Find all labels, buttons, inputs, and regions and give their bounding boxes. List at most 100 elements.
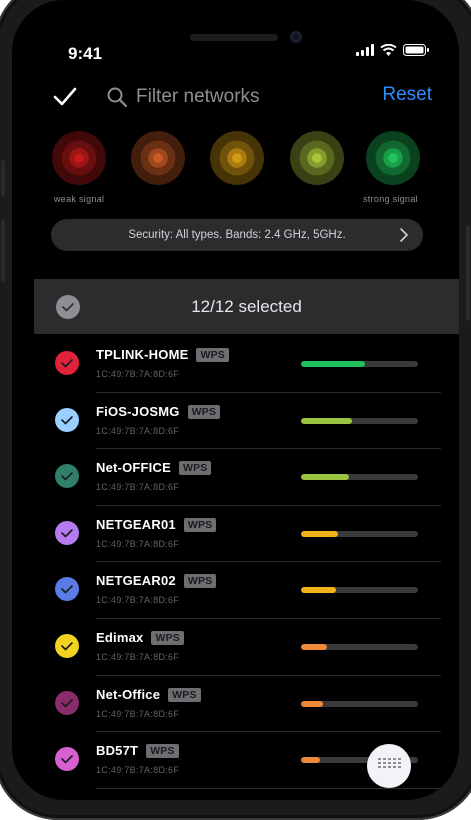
top-bar: Filter networks Reset <box>12 78 459 118</box>
wps-badge: WPS <box>187 404 221 419</box>
side-button <box>1 160 5 196</box>
keyboard-icon <box>378 758 401 768</box>
checkmark-icon <box>61 642 73 651</box>
signal-strength-fill <box>301 530 339 537</box>
signal-strength-bar <box>301 587 418 594</box>
screen: 9:41 Filter networks Reset weak signal s… <box>12 0 459 800</box>
network-checkbox[interactable] <box>55 407 79 432</box>
battery-icon <box>403 44 429 56</box>
select-all-bar[interactable]: 12/12 selected <box>34 279 459 334</box>
signal-strength-fill <box>301 587 337 594</box>
network-name-line: Edimax WPS <box>96 630 184 645</box>
checkmark-icon <box>61 528 73 538</box>
signal-strength-fill <box>301 757 320 764</box>
network-name-line: NETGEAR02 WPS <box>96 573 217 589</box>
network-mac: 1C:49:7B:7A:8D:6F <box>96 595 180 606</box>
reset-button[interactable]: Reset <box>382 84 432 106</box>
front-camera <box>290 31 302 43</box>
network-row[interactable]: NETGEAR02 WPS 1C:49:7B:7A:8D:6F <box>34 562 459 619</box>
network-name: Edimax <box>96 629 144 645</box>
signal-strength-bar <box>301 530 418 537</box>
strong-signal-label: strong signal <box>363 194 418 204</box>
signal-level-3-icon[interactable] <box>210 131 264 185</box>
wps-badge: WPS <box>183 574 217 589</box>
search-field[interactable]: Filter networks <box>106 82 260 112</box>
network-checkbox[interactable] <box>55 464 79 489</box>
network-list: TPLINK-HOME WPS 1C:49:7B:7A:8D:6F FiOS-JOSM… <box>34 336 459 789</box>
network-mac: 1C:49:7B:7A:8D:6F <box>96 425 180 436</box>
status-icons <box>356 44 429 56</box>
network-row[interactable]: NETGEAR01 WPS 1C:49:7B:7A:8D:6F <box>34 506 459 563</box>
signal-level-2-icon[interactable] <box>131 131 185 185</box>
checkmark-icon <box>61 359 73 368</box>
wifi-icon <box>380 44 397 56</box>
done-button[interactable] <box>50 82 80 112</box>
network-name: BD57T <box>96 743 139 759</box>
signal-strength-bar <box>301 361 418 367</box>
network-name: NETGEAR01 <box>96 516 176 532</box>
signal-level-4-icon[interactable] <box>290 131 344 185</box>
wps-badge: WPS <box>168 687 201 702</box>
search-icon <box>107 87 128 108</box>
network-row[interactable]: TPLINK-HOME WPS 1C:49:7B:7A:8D:6F <box>34 336 459 393</box>
network-name-line: NETGEAR01 WPS <box>96 516 217 532</box>
network-row[interactable]: Edimax WPS 1C:49:7B:7A:8D:6F <box>34 619 459 676</box>
network-mac: 1C:49:7B:7A:8D:6F <box>96 369 180 379</box>
network-name: Net-Office <box>96 686 161 702</box>
signal-strength-fill <box>301 474 349 481</box>
weak-signal-label: weak signal <box>54 194 105 204</box>
network-name: NETGEAR02 <box>96 573 176 589</box>
checkmark-icon <box>62 303 74 312</box>
signal-level-1-icon[interactable] <box>52 131 106 185</box>
network-name-line: Net-OFFICE WPS <box>96 460 212 476</box>
network-mac: 1C:49:7B:7A:8D:6F <box>96 651 180 662</box>
signal-strength-fill <box>301 700 324 707</box>
checkmark-icon <box>61 472 73 481</box>
filter-summary-text: Security: All types. Bands: 2.4 GHz, 5GH… <box>128 229 346 241</box>
wps-badge: WPS <box>151 630 184 645</box>
network-checkbox[interactable] <box>55 747 79 772</box>
network-name-line: FiOS-JOSMG WPS <box>96 403 221 419</box>
checkmark-icon <box>61 415 73 424</box>
network-checkbox[interactable] <box>55 520 79 545</box>
network-checkbox[interactable] <box>55 351 79 375</box>
network-name-line: BD57T WPS <box>96 743 179 759</box>
network-name: FiOS-JOSMG <box>96 403 180 419</box>
select-all-checkbox[interactable] <box>56 295 80 319</box>
signal-strength-bar <box>301 417 418 424</box>
keyboard-button[interactable] <box>367 744 411 788</box>
signal-strength-fill <box>301 361 366 367</box>
network-row[interactable]: FiOS-JOSMG WPS 1C:49:7B:7A:8D:6F <box>34 393 459 450</box>
speaker <box>190 34 278 41</box>
network-checkbox[interactable] <box>55 690 79 715</box>
status-time: 9:41 <box>68 44 103 63</box>
checkmark-icon <box>61 585 73 594</box>
signal-strength-bar <box>301 643 418 650</box>
network-mac: 1C:49:7B:7A:8D:6F <box>96 482 180 493</box>
checkmark-icon <box>61 755 73 764</box>
signal-level-5-icon[interactable] <box>366 131 420 185</box>
cellular-signal-icon <box>356 44 374 56</box>
network-name-line: Net-Office WPS <box>96 687 201 702</box>
network-row[interactable]: Net-Office WPS 1C:49:7B:7A:8D:6F <box>34 676 459 733</box>
network-mac: 1C:49:7B:7A:8D:6F <box>96 538 180 549</box>
network-checkbox[interactable] <box>55 577 79 602</box>
wps-badge: WPS <box>146 744 179 759</box>
signal-strength-fill <box>301 417 353 424</box>
network-mac: 1C:49:7B:7A:8D:6F <box>96 708 180 719</box>
network-row[interactable]: Net-OFFICE WPS 1C:49:7B:7A:8D:6F <box>34 449 459 506</box>
side-button <box>466 225 470 321</box>
signal-strength-bar <box>301 474 418 481</box>
wps-badge: WPS <box>178 461 212 476</box>
network-mac: 1C:49:7B:7A:8D:6F <box>96 765 180 776</box>
network-checkbox[interactable] <box>55 633 79 658</box>
signal-strength-legend <box>52 131 422 186</box>
search-placeholder: Filter networks <box>136 86 260 107</box>
network-name: TPLINK-HOME <box>96 347 189 362</box>
notch <box>108 0 376 60</box>
signal-strength-bar <box>301 700 418 707</box>
filter-summary-button[interactable]: Security: All types. Bands: 2.4 GHz, 5GH… <box>51 219 423 251</box>
selection-count: 12/12 selected <box>191 296 302 316</box>
side-button <box>1 220 5 282</box>
wps-badge: WPS <box>196 348 230 362</box>
